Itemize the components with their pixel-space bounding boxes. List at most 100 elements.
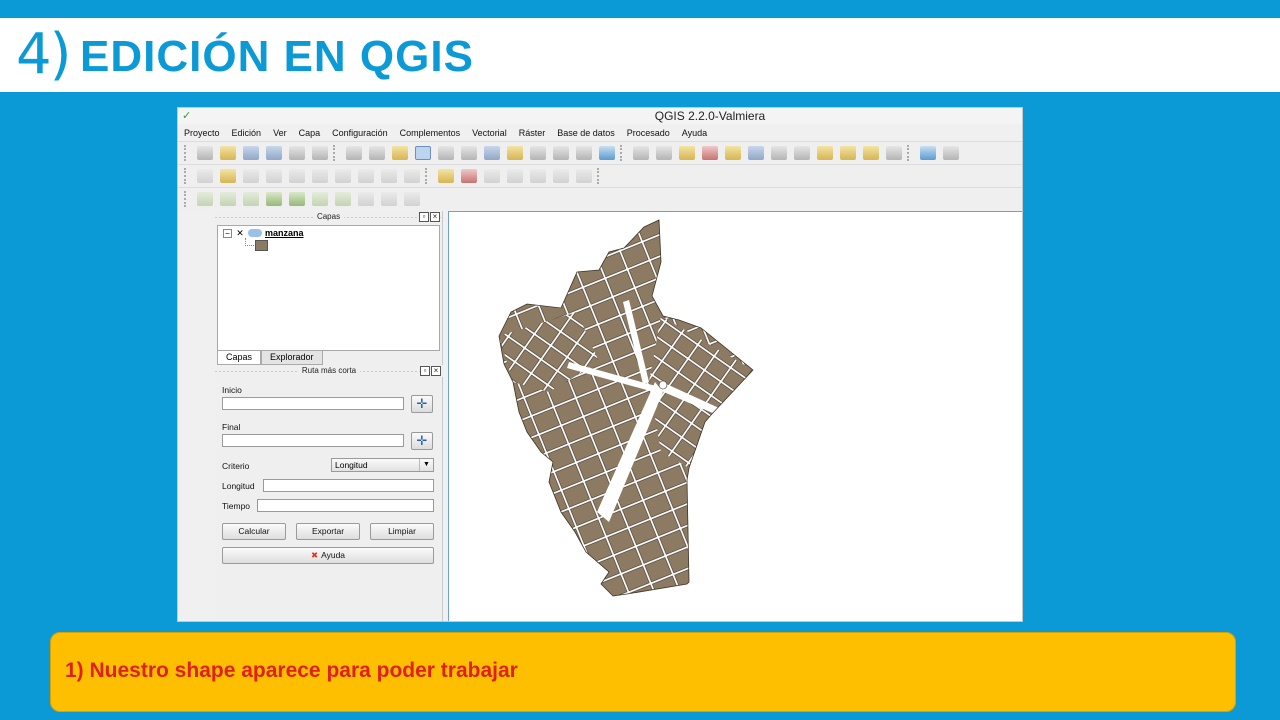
fill-ring-icon[interactable] [334, 192, 351, 206]
new-spatialite-icon[interactable] [190, 470, 205, 483]
criteria-select[interactable]: Longitud ▼ [331, 458, 434, 472]
add-wcs-layer-icon[interactable] [190, 375, 205, 388]
deselect-icon[interactable] [701, 146, 718, 160]
zoom-out-icon[interactable] [437, 146, 454, 160]
toolbar-grip[interactable] [620, 145, 625, 161]
identify-icon[interactable] [632, 146, 649, 160]
menu-raster[interactable]: Ráster [519, 128, 546, 138]
layer-visibility-checkbox[interactable]: ✕ [235, 228, 245, 238]
export-button[interactable]: Exportar [296, 523, 360, 540]
add-delimited-text-icon[interactable] [190, 413, 205, 426]
end-point-field[interactable] [222, 434, 404, 447]
show-bookmarks-icon[interactable] [862, 146, 879, 160]
cut-features-icon[interactable] [357, 169, 374, 183]
layers-tree[interactable]: − ✕ manzana [217, 225, 440, 351]
pick-end-button[interactable]: ✛ [411, 432, 433, 450]
add-wfs-layer-icon[interactable] [190, 394, 205, 407]
add-mssql-layer-icon[interactable] [190, 299, 205, 312]
topology-checker-icon[interactable] [190, 565, 205, 578]
whats-this-icon[interactable] [942, 146, 959, 160]
add-wms-layer-icon[interactable] [190, 356, 205, 369]
add-feature-icon[interactable] [265, 169, 282, 183]
composer-manager-icon[interactable] [311, 146, 328, 160]
start-point-field[interactable] [222, 397, 404, 410]
add-vector-layer-icon[interactable] [190, 223, 205, 236]
rotate-label-icon[interactable] [529, 169, 546, 183]
save-as-icon[interactable] [265, 146, 282, 160]
toolbar-grip[interactable] [184, 168, 189, 184]
toolbar-grip[interactable] [184, 145, 189, 161]
collapse-icon[interactable]: − [223, 228, 232, 238]
pan-hand-icon[interactable] [368, 146, 385, 160]
show-hide-labels-icon[interactable] [483, 169, 500, 183]
toolbar-grip[interactable] [425, 168, 430, 184]
layer-item[interactable]: − ✕ manzana [223, 228, 304, 238]
add-oracle-layer-icon[interactable] [190, 318, 205, 331]
georeferencer-icon[interactable] [190, 546, 205, 559]
calculate-button[interactable]: Calcular [222, 523, 286, 540]
select-features-icon[interactable] [678, 146, 695, 160]
statistics-icon[interactable] [770, 146, 787, 160]
move-label-icon[interactable] [506, 169, 523, 183]
field-calculator-icon[interactable] [724, 146, 741, 160]
rotate-feature-icon[interactable] [242, 192, 259, 206]
close-panel-icon[interactable]: × [430, 212, 440, 222]
open-project-icon[interactable] [219, 146, 236, 160]
menu-proyecto[interactable]: Proyecto [184, 128, 220, 138]
tab-explorador[interactable]: Explorador [261, 351, 323, 365]
delete-selected-icon[interactable] [334, 169, 351, 183]
clear-button[interactable]: Limpiar [370, 523, 434, 540]
toolbar-grip[interactable] [597, 168, 602, 184]
copy-features-icon[interactable] [380, 169, 397, 183]
zoom-selection-icon[interactable] [506, 146, 523, 160]
help-contents-icon[interactable] [919, 146, 936, 160]
zoom-full-icon[interactable] [483, 146, 500, 160]
delete-ring-icon[interactable] [357, 192, 374, 206]
add-gpx-layer-icon[interactable] [190, 432, 205, 445]
raster-calculator-icon[interactable] [190, 584, 205, 597]
run-action-icon[interactable] [655, 146, 672, 160]
attribute-table-icon[interactable] [747, 146, 764, 160]
zoom-layer-icon[interactable] [529, 146, 546, 160]
route-help-button[interactable]: ✖ Ayuda [222, 547, 434, 564]
new-project-icon[interactable] [196, 146, 213, 160]
change-label-icon[interactable] [552, 169, 569, 183]
pin-labels-icon[interactable] [460, 169, 477, 183]
simplify-feature-icon[interactable] [265, 192, 282, 206]
node-tool-icon[interactable] [311, 169, 328, 183]
menu-configuracion[interactable]: Configuración [332, 128, 388, 138]
toggle-editing-icon[interactable] [219, 169, 236, 183]
label-properties-icon[interactable] [575, 169, 592, 183]
zoom-in-icon[interactable] [414, 146, 431, 160]
current-edits-icon[interactable] [196, 169, 213, 183]
layer-name[interactable]: manzana [265, 228, 304, 238]
menu-vectorial[interactable]: Vectorial [472, 128, 507, 138]
float-panel-icon[interactable]: ▫ [419, 212, 429, 222]
pick-start-button[interactable]: ✛ [411, 395, 433, 413]
coordinate-capture-icon[interactable] [190, 508, 205, 521]
time-field[interactable] [257, 499, 434, 512]
float-panel-icon[interactable]: ▫ [420, 366, 430, 376]
refresh-icon[interactable] [598, 146, 615, 160]
add-raster-layer-icon[interactable] [190, 242, 205, 255]
remove-layer-icon[interactable] [190, 489, 205, 502]
new-shapefile-icon[interactable] [190, 451, 205, 464]
map-canvas[interactable] [448, 211, 1022, 621]
length-field[interactable] [263, 479, 434, 492]
menu-capa[interactable]: Capa [299, 128, 321, 138]
save-edits-icon[interactable] [242, 169, 259, 183]
undo-icon[interactable] [196, 192, 213, 206]
text-annotation-icon[interactable] [885, 146, 902, 160]
menu-edicion[interactable]: Edición [232, 128, 262, 138]
save-project-icon[interactable] [242, 146, 259, 160]
bookmark-icon[interactable] [839, 146, 856, 160]
move-feature-icon[interactable] [288, 169, 305, 183]
tab-capas[interactable]: Capas [217, 351, 262, 365]
menu-ayuda[interactable]: Ayuda [682, 128, 707, 138]
add-ring-icon[interactable] [288, 192, 305, 206]
menu-complementos[interactable]: Complementos [400, 128, 461, 138]
touch-zoom-icon[interactable] [345, 146, 362, 160]
menu-ver[interactable]: Ver [273, 128, 287, 138]
zoom-last-icon[interactable] [552, 146, 569, 160]
redo-icon[interactable] [219, 192, 236, 206]
